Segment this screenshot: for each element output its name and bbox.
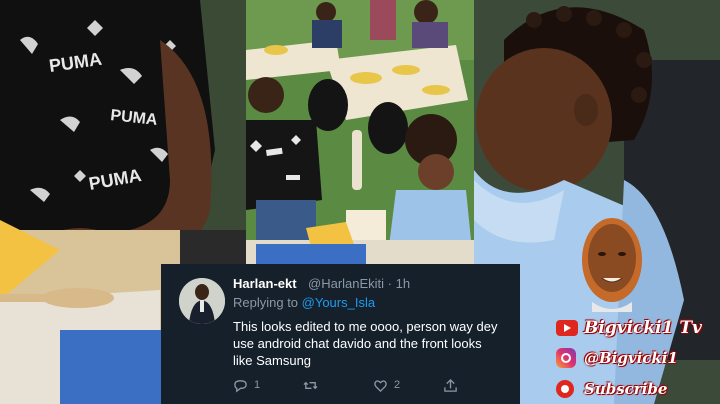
avatar-photo bbox=[179, 278, 225, 324]
youtube-row: Bigvicki1 Tv bbox=[556, 318, 702, 338]
tweet-display-name[interactable]: Harlan-ekt bbox=[233, 276, 297, 291]
tweet-replying-to: Replying to @Yours_Isla bbox=[233, 295, 375, 310]
tweet-card[interactable]: Harlan-ekt @HarlanEkiti · 1h Replying to… bbox=[161, 264, 520, 404]
retweet-button[interactable] bbox=[303, 376, 324, 394]
like-count: 2 bbox=[394, 379, 401, 391]
avatar[interactable] bbox=[179, 278, 225, 324]
host-photo bbox=[578, 214, 646, 312]
tweet-handle-time: @HarlanEkiti · 1h bbox=[308, 276, 411, 291]
instagram-icon bbox=[556, 348, 576, 368]
subscribe-row: Subscribe bbox=[556, 380, 667, 398]
retweet-icon bbox=[303, 381, 318, 389]
reply-icon bbox=[234, 379, 247, 392]
reply-button[interactable]: 1 bbox=[233, 376, 260, 394]
youtube-icon bbox=[556, 320, 578, 336]
replying-handle-link[interactable]: @Yours_Isla bbox=[302, 295, 375, 310]
reply-count: 1 bbox=[254, 379, 261, 391]
like-icon bbox=[374, 379, 387, 392]
host-portrait bbox=[582, 218, 642, 312]
like-button[interactable]: 2 bbox=[373, 376, 400, 394]
tweet-text: This looks edited to me oooo, person way… bbox=[233, 319, 498, 368]
share-button[interactable] bbox=[443, 376, 458, 394]
channel-branding: Bigvicki1 Tv @Bigvicki1 Subscribe bbox=[556, 214, 720, 404]
share-icon bbox=[444, 378, 457, 392]
subscribe-label: Subscribe bbox=[584, 380, 668, 398]
replying-prefix: Replying to bbox=[233, 295, 302, 310]
channel-name: Bigvicki1 Tv bbox=[584, 318, 702, 338]
tweet-actions: 1 2 bbox=[233, 376, 463, 394]
instagram-handle: @Bigvicki1 bbox=[584, 349, 678, 367]
instagram-row: @Bigvicki1 bbox=[556, 348, 678, 368]
subscribe-icon bbox=[556, 380, 574, 398]
